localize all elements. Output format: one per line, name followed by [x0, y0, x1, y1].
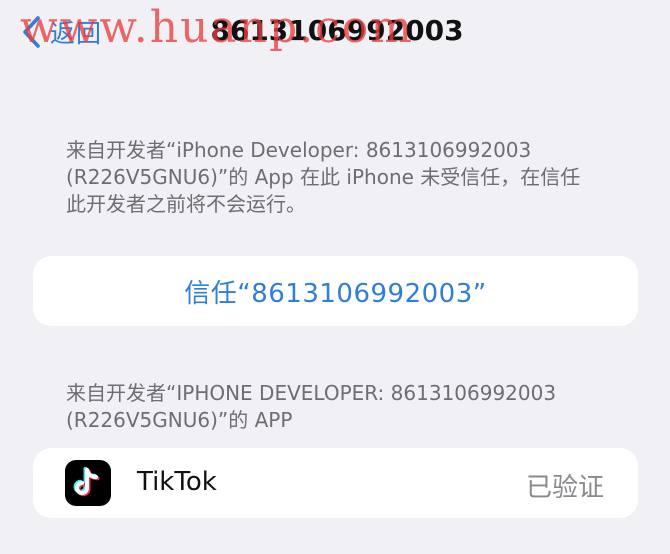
app-name: TikTok [137, 467, 217, 497]
tiktok-logo-icon [65, 460, 111, 506]
app-list-item[interactable]: TikTok 已验证 [33, 448, 638, 518]
trust-developer-button[interactable]: 信任“8613106992003” [33, 256, 638, 326]
note-line: (R226V5GNU6)”的 App 在此 iPhone 未受信任，在信任 [66, 165, 581, 189]
page-title: 8613106992003 [210, 14, 464, 47]
trust-button-label: 信任“8613106992003” [184, 278, 487, 309]
note-line: 来自开发者“iPhone Developer: 8613106992003 [66, 138, 532, 162]
section-header-line: (R226V5GNU6)”的 APP [66, 408, 293, 432]
section-header-line: 来自开发者“IPHONE DEVELOPER: 8613106992003 [66, 381, 557, 405]
note-line: 此开发者之前将不会运行。 [66, 192, 306, 216]
apps-section-header: 来自开发者“IPHONE DEVELOPER: 8613106992003 (R… [66, 380, 626, 434]
verification-status: 已验证 [525, 473, 604, 503]
navigation-bar: 返回 8613106992003 www.huanp.com [0, 0, 670, 66]
developer-trust-note: 来自开发者“iPhone Developer: 8613106992003 (R… [66, 137, 626, 218]
